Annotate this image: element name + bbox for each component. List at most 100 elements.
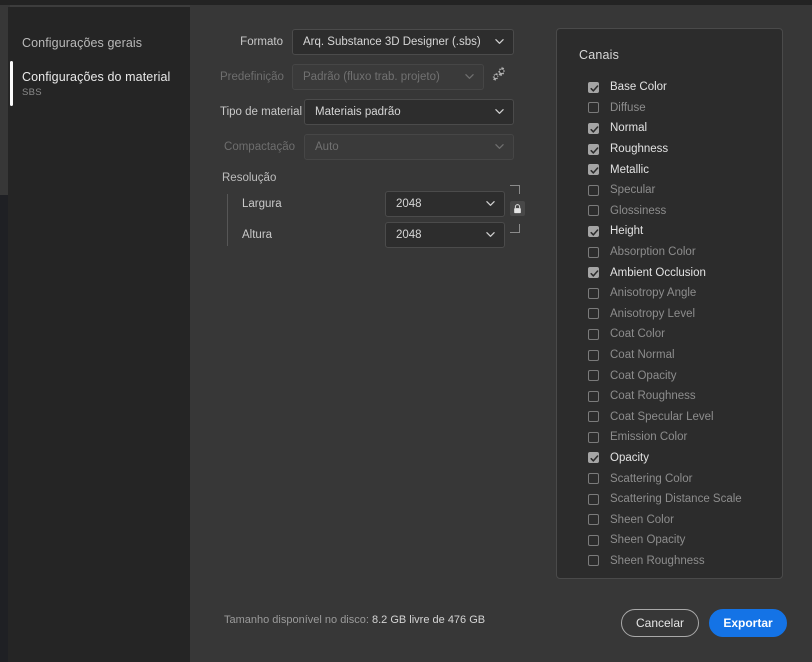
preset-select-value: Padrão (fluxo trab. projeto): [303, 71, 440, 83]
checkbox-unchecked-icon[interactable]: [588, 411, 599, 423]
sidebar-item-material-settings[interactable]: Configurações do material SBS: [8, 67, 190, 100]
channel-item[interactable]: Coat Roughness: [588, 386, 782, 407]
height-field-row: Altura 2048: [220, 222, 525, 248]
channel-item[interactable]: Normal: [588, 118, 782, 139]
export-settings-form: Formato Arq. Substance 3D Designer (.sbs…: [220, 28, 525, 253]
checkbox-unchecked-icon[interactable]: [588, 287, 599, 299]
channel-label: Specular: [610, 184, 656, 197]
channel-label: Anisotropy Level: [610, 307, 696, 320]
preset-select: Padrão (fluxo trab. projeto): [292, 64, 484, 90]
channel-item[interactable]: Emission Color: [588, 427, 782, 448]
checkbox-unchecked-icon[interactable]: [588, 514, 599, 526]
checkbox-checked-icon[interactable]: [588, 164, 599, 176]
channel-item[interactable]: Coat Opacity: [588, 365, 782, 386]
resolution-title: Resolução: [222, 172, 277, 184]
width-select[interactable]: 2048: [385, 191, 505, 217]
channel-item[interactable]: Height: [588, 221, 782, 242]
channel-item[interactable]: Diffuse: [588, 98, 782, 119]
channel-label: Coat Normal: [610, 349, 675, 362]
checkbox-unchecked-icon[interactable]: [588, 205, 599, 217]
sidebar-item-sublabel: SBS: [22, 87, 42, 98]
channel-item[interactable]: Glossiness: [588, 201, 782, 222]
checkbox-unchecked-icon[interactable]: [588, 328, 599, 340]
channel-item[interactable]: Opacity: [588, 448, 782, 469]
channel-item[interactable]: Absorption Color: [588, 242, 782, 263]
compression-field-row: Compactação Auto: [220, 133, 525, 161]
checkbox-checked-icon[interactable]: [588, 225, 599, 237]
export-button[interactable]: Exportar: [709, 609, 787, 637]
checkbox-checked-icon[interactable]: [588, 122, 599, 134]
channel-label: Roughness: [610, 143, 669, 156]
material-type-select-value: Materiais padrão: [315, 106, 401, 118]
checkbox-unchecked-icon[interactable]: [588, 555, 599, 567]
channel-label: Sheen Opacity: [610, 534, 686, 547]
channel-label: Sheen Roughness: [610, 554, 705, 567]
channels-list: Base Color Diffuse Normal Roughness Metallic…: [557, 77, 782, 571]
checkbox-unchecked-icon[interactable]: [588, 431, 599, 443]
channel-label: Metallic: [610, 163, 649, 176]
channel-label: Absorption Color: [610, 246, 696, 259]
checkbox-checked-icon[interactable]: [588, 267, 599, 279]
lock-icon: [510, 201, 525, 216]
checkbox-unchecked-icon[interactable]: [588, 102, 599, 114]
channel-item[interactable]: Coat Normal: [588, 345, 782, 366]
link-bracket-bottom: [510, 224, 520, 233]
checkbox-unchecked-icon[interactable]: [588, 493, 599, 505]
width-label: Largura: [242, 198, 282, 210]
aspect-ratio-lock-button[interactable]: [508, 185, 530, 233]
channel-item[interactable]: Base Color: [588, 77, 782, 98]
channel-item[interactable]: Sheen Roughness: [588, 551, 782, 572]
channel-label: Coat Specular Level: [610, 410, 714, 423]
checkbox-unchecked-icon[interactable]: [588, 370, 599, 382]
chevron-down-icon: [495, 142, 504, 151]
preset-settings-button[interactable]: [488, 65, 510, 87]
compression-label: Compactação: [224, 141, 295, 153]
format-select[interactable]: Arq. Substance 3D Designer (.sbs): [292, 29, 514, 55]
checkbox-unchecked-icon[interactable]: [588, 349, 599, 361]
channel-item[interactable]: Anisotropy Level: [588, 304, 782, 325]
checkbox-checked-icon[interactable]: [588, 81, 599, 93]
channel-item[interactable]: Specular: [588, 180, 782, 201]
dialog-main-content: Formato Arq. Substance 3D Designer (.sbs…: [190, 7, 812, 662]
material-type-select[interactable]: Materiais padrão: [304, 99, 514, 125]
width-field-row: Largura 2048: [220, 191, 525, 217]
sidebar-item-label: Configurações do material: [22, 70, 171, 84]
gears-icon: [491, 65, 508, 87]
checkbox-unchecked-icon[interactable]: [588, 534, 599, 546]
channel-label: Anisotropy Angle: [610, 287, 697, 300]
channel-label: Ambient Occlusion: [610, 266, 706, 279]
disk-space-value: 8.2 GB livre de 476 GB: [372, 614, 486, 626]
checkbox-checked-icon[interactable]: [588, 143, 599, 155]
width-select-value: 2048: [396, 198, 422, 210]
channel-item[interactable]: Coat Color: [588, 324, 782, 345]
disk-space-info: Tamanho disponível no disco: 8.2 GB livr…: [224, 613, 485, 627]
channel-label: Normal: [610, 122, 648, 135]
checkbox-unchecked-icon[interactable]: [588, 246, 599, 258]
channel-item[interactable]: Scattering Distance Scale: [588, 489, 782, 510]
checkbox-unchecked-icon[interactable]: [588, 308, 599, 320]
checkbox-checked-icon[interactable]: [588, 452, 599, 464]
channel-item[interactable]: Roughness: [588, 139, 782, 160]
height-label: Altura: [242, 229, 273, 241]
checkbox-unchecked-icon[interactable]: [588, 184, 599, 196]
sidebar-item-general-settings[interactable]: Configurações gerais: [8, 33, 190, 54]
channel-item[interactable]: Ambient Occlusion: [588, 262, 782, 283]
channel-item[interactable]: Sheen Color: [588, 509, 782, 530]
export-dialog: Configurações gerais Configurações do ma…: [0, 0, 812, 662]
channel-label: Opacity: [610, 451, 649, 464]
height-select-value: 2048: [396, 229, 422, 241]
channel-item[interactable]: Coat Specular Level: [588, 407, 782, 428]
channel-item[interactable]: Metallic: [588, 159, 782, 180]
channel-item[interactable]: Sheen Opacity: [588, 530, 782, 551]
chevron-down-icon: [486, 230, 495, 239]
checkbox-unchecked-icon[interactable]: [588, 390, 599, 402]
checkbox-unchecked-icon[interactable]: [588, 473, 599, 485]
channel-label: Scattering Distance Scale: [610, 493, 742, 506]
chevron-down-icon: [486, 199, 495, 208]
cancel-button[interactable]: Cancelar: [621, 609, 699, 637]
channel-label: Coat Color: [610, 328, 665, 341]
channel-item[interactable]: Scattering Color: [588, 468, 782, 489]
channel-item[interactable]: Anisotropy Angle: [588, 283, 782, 304]
sidebar-item-label: Configurações gerais: [22, 36, 143, 50]
height-select[interactable]: 2048: [385, 222, 505, 248]
